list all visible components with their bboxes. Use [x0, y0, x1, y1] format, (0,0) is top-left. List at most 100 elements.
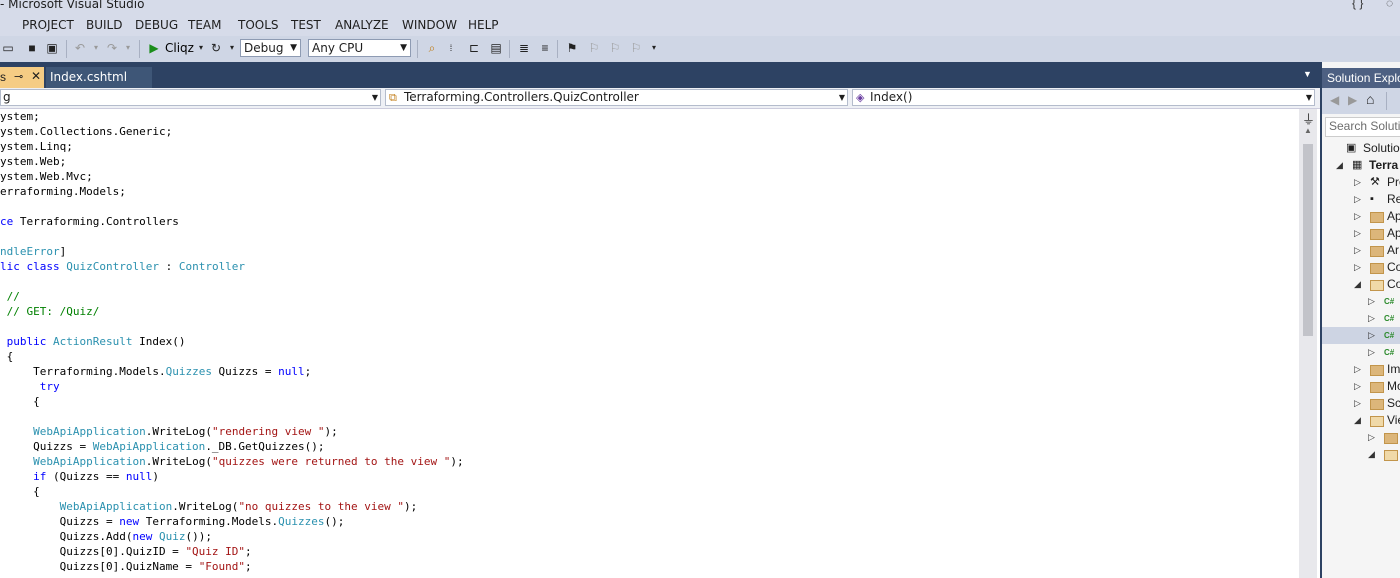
code-line[interactable]: if (Quizzs == null)	[0, 469, 159, 484]
expand-icon[interactable]: ▷	[1368, 293, 1375, 310]
editor-vertical-scrollbar[interactable]: ⏚ ▲	[1299, 109, 1317, 578]
code-line[interactable]: Quizzs.Add(new Quiz());	[0, 529, 212, 544]
scrollbar-thumb[interactable]	[1303, 144, 1313, 336]
scroll-up-icon[interactable]: ▲	[1304, 126, 1312, 135]
expand-icon[interactable]: ▷	[1368, 310, 1375, 327]
tree-item[interactable]: ▷ Co	[1322, 259, 1400, 276]
run-target-dropdown-icon[interactable]: ▾	[193, 40, 209, 56]
tree-item[interactable]: ▷ Ap	[1322, 208, 1400, 225]
solution-config-combo[interactable]: Debug ▼	[240, 39, 301, 57]
menu-tools[interactable]: TOOLS	[238, 18, 279, 32]
collapse-icon[interactable]: ◢	[1368, 446, 1375, 463]
code-line[interactable]: Quizzs[0].QuizName = "Found";	[0, 559, 252, 574]
code-line[interactable]: ystem;	[0, 109, 40, 124]
tree-item[interactable]: ▷ C#	[1322, 344, 1400, 361]
member-combo[interactable]: ◈ Index() ▼	[852, 89, 1315, 106]
tree-item[interactable]: ▷ Mo	[1322, 378, 1400, 395]
uncomment-icon[interactable]: ≡	[537, 40, 553, 56]
menu-window[interactable]: WINDOW	[402, 18, 457, 32]
expand-icon[interactable]: ▷	[1368, 344, 1375, 361]
code-line[interactable]: ce Terraforming.Controllers	[0, 214, 179, 229]
tree-item[interactable]: ◢ Co	[1322, 276, 1400, 293]
pin-icon[interactable]: ⊸	[14, 70, 23, 83]
clear-bookmarks-icon[interactable]: ⚐	[628, 40, 644, 56]
expand-icon[interactable]: ▷	[1354, 395, 1361, 412]
code-line[interactable]: // GET: /Quiz/	[0, 304, 100, 319]
tree-item[interactable]: ▷ C#	[1322, 310, 1400, 327]
run-target-label[interactable]: Cliqz	[165, 41, 194, 55]
code-line[interactable]: Quizzs = WebApiApplication._DB.GetQuizze…	[0, 439, 324, 454]
navigate-icon[interactable]: ⊏	[466, 40, 482, 56]
tree-item[interactable]: ◢	[1322, 446, 1400, 463]
menu-test[interactable]: TEST	[291, 18, 321, 32]
tool-window-icon[interactable]: ▤	[488, 40, 504, 56]
code-line[interactable]: ystem.Linq;	[0, 139, 73, 154]
collapse-icon[interactable]: ◢	[1354, 412, 1361, 429]
redo-dropdown-icon[interactable]: ▾	[120, 40, 136, 56]
code-line[interactable]: lic class QuizController : Controller	[0, 259, 245, 274]
project-combo[interactable]: g ▼	[0, 89, 381, 106]
tree-item[interactable]: ▷ ▪ Re	[1322, 191, 1400, 208]
code-line[interactable]: ndleError]	[0, 244, 66, 259]
tree-item[interactable]: ◢ ▦ Terra	[1322, 157, 1400, 174]
tree-item[interactable]: ▷ Sc	[1322, 395, 1400, 412]
code-line[interactable]: ystem.Web;	[0, 154, 66, 169]
code-line[interactable]: {	[0, 484, 40, 499]
tree-item[interactable]: ▷ C#	[1322, 293, 1400, 310]
refresh-icon[interactable]: ↻	[208, 40, 224, 56]
expand-icon[interactable]: ▷	[1354, 191, 1361, 208]
menu-help[interactable]: HELP	[468, 18, 499, 32]
tree-item[interactable]: ▣ Solution	[1322, 140, 1400, 157]
expand-icon[interactable]: ▷	[1354, 225, 1361, 242]
expand-icon[interactable]: ▷	[1354, 174, 1361, 191]
menu-project[interactable]: PROJECT	[22, 18, 74, 32]
comment-icon[interactable]: ≣	[516, 40, 532, 56]
redo-icon[interactable]: ↷	[104, 40, 120, 56]
tab-list-dropdown-icon[interactable]: ▼	[1303, 69, 1312, 79]
collapse-icon[interactable]: ◢	[1354, 276, 1361, 293]
save-icon[interactable]: ■	[24, 40, 40, 56]
expand-icon[interactable]: ▷	[1354, 378, 1361, 395]
next-bookmark-icon[interactable]: ⚐	[607, 40, 623, 56]
code-line[interactable]: ystem.Collections.Generic;	[0, 124, 172, 139]
feedback-icon[interactable]: { }	[1352, 0, 1363, 10]
code-line[interactable]: Quizzs = new Terraforming.Models.Quizzes…	[0, 514, 345, 529]
code-line[interactable]: WebApiApplication.WriteLog("quizzes were…	[0, 454, 464, 469]
collapse-icon[interactable]: ◢	[1336, 157, 1343, 174]
code-line[interactable]: ystem.Web.Mvc;	[0, 169, 93, 184]
code-line[interactable]: Quizzs[0].QuizID = "Quiz ID";	[0, 544, 252, 559]
menu-build[interactable]: BUILD	[86, 18, 122, 32]
save-all-icon[interactable]: ▣	[44, 40, 60, 56]
menu-debug[interactable]: DEBUG	[135, 18, 178, 32]
tab-index-cshtml[interactable]: Index.cshtml	[46, 67, 152, 88]
expand-icon[interactable]: ▷	[1354, 208, 1361, 225]
code-line[interactable]: public ActionResult Index()	[0, 334, 186, 349]
undo-dropdown-icon[interactable]: ▾	[88, 40, 104, 56]
code-line[interactable]: WebApiApplication.WriteLog("rendering vi…	[0, 424, 338, 439]
tree-item[interactable]: ▷ ⚒ Pro	[1322, 174, 1400, 191]
code-line[interactable]: try	[0, 379, 60, 394]
tree-item[interactable]: ▷ Ar	[1322, 242, 1400, 259]
solution-search-input[interactable]: Search Solution	[1325, 117, 1400, 137]
code-editor[interactable]: ystem; ystem.Collections.Generic; ystem.Li…	[0, 109, 1299, 578]
tree-item[interactable]: ▷ Ap	[1322, 225, 1400, 242]
code-line[interactable]: Terraforming.Models.Quizzes Quizzs = nul…	[0, 364, 311, 379]
forward-icon[interactable]: ▶	[1348, 93, 1357, 107]
expand-icon[interactable]: ▷	[1368, 327, 1375, 344]
platform-combo[interactable]: Any CPU ▼	[308, 39, 411, 57]
undo-icon[interactable]: ↶	[72, 40, 88, 56]
code-line[interactable]: {	[0, 349, 14, 364]
type-combo[interactable]: ⧉ Terraforming.Controllers.QuizControlle…	[385, 89, 848, 106]
tab-active[interactable]: s ⊸ ✕	[0, 67, 44, 88]
toolbar-overflow-icon[interactable]: ⁞	[443, 40, 459, 56]
refresh-dropdown-icon[interactable]: ▾	[224, 40, 240, 56]
toolbar-options-icon[interactable]: ▾	[646, 40, 662, 56]
bookmark-icon[interactable]: ⚑	[564, 40, 580, 56]
menu-analyze[interactable]: ANALYZE	[335, 18, 389, 32]
menu-team[interactable]: TEAM	[188, 18, 221, 32]
expand-icon[interactable]: ▷	[1354, 259, 1361, 276]
expand-icon[interactable]: ▷	[1354, 361, 1361, 378]
start-debug-icon[interactable]: ▶	[146, 40, 162, 56]
tree-item[interactable]: ▷ C#	[1322, 327, 1400, 344]
code-line[interactable]: WebApiApplication.WriteLog("no quizzes t…	[0, 499, 418, 514]
